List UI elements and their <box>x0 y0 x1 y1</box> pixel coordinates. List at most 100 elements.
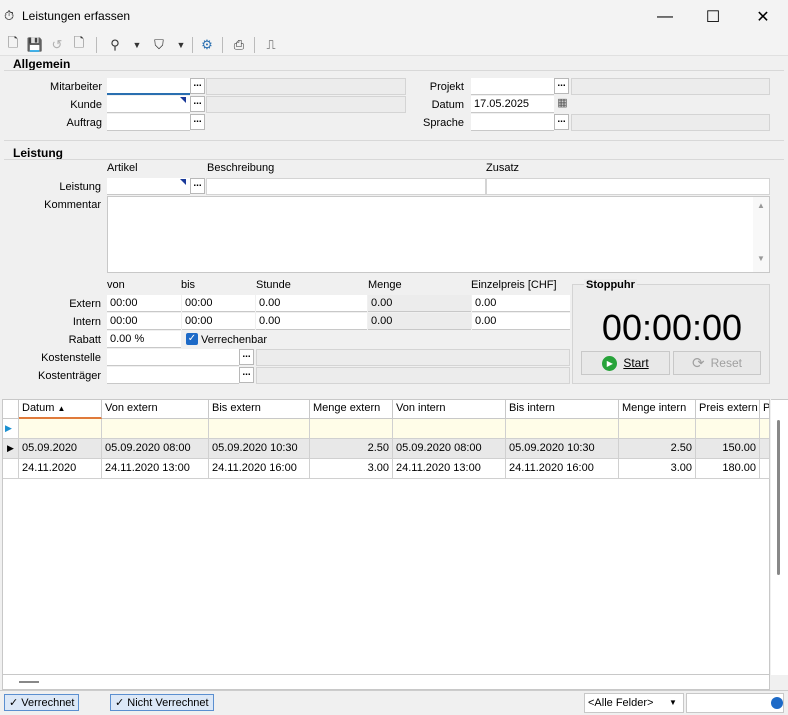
beschreibung-input[interactable] <box>206 178 486 195</box>
table-cell[interactable]: 05.09.2020 08:00 <box>393 439 506 459</box>
table-cell[interactable]: 24.11.2020 13:00 <box>393 459 506 479</box>
extern-preis-input[interactable]: 0.00 <box>472 295 570 312</box>
datum-input[interactable]: 17.05.2025 <box>471 96 554 113</box>
minimize-button[interactable]: — <box>642 0 688 34</box>
window-title: Leistungen erfassen <box>22 9 131 23</box>
zusatz-header: Zusatz <box>486 162 520 174</box>
table-cell[interactable]: 2.50 <box>619 439 696 459</box>
artikel-input[interactable] <box>107 178 190 195</box>
table-cell[interactable]: 24.11.2020 16:00 <box>506 459 619 479</box>
kommentar-textarea[interactable] <box>107 196 770 273</box>
new-row-cell[interactable] <box>760 419 770 439</box>
new-row-cell[interactable] <box>393 419 506 439</box>
table-cell[interactable]: 24.11.2020 16:00 <box>209 459 310 479</box>
kommentar-scrollbar[interactable]: ▲ ▼ <box>753 197 769 272</box>
column-header-bis-extern[interactable]: Bis extern <box>209 400 310 419</box>
kostenstelle-input[interactable] <box>107 349 239 366</box>
verrechenbar-checkbox[interactable]: ✓ <box>186 333 198 345</box>
kostenstelle-label: Kostenstelle <box>41 352 101 364</box>
mitarbeiter-lookup-button[interactable]: ... <box>190 78 205 94</box>
verrechnet-filter-button[interactable]: ✓ Verrechnet <box>4 694 80 711</box>
nicht-verrechnet-filter-button[interactable]: ✓ Nicht Verrechnet <box>110 694 214 711</box>
intern-stunde-input[interactable]: 0.00 <box>256 313 367 330</box>
column-header-bis-intern[interactable]: Bis intern <box>506 400 619 419</box>
scrollbar-thumb[interactable] <box>777 420 780 575</box>
column-header-datum[interactable]: Datum ▲ <box>19 400 102 419</box>
settings-icon[interactable]: ⚙ <box>196 36 218 54</box>
new-row-cell[interactable] <box>619 419 696 439</box>
print-icon[interactable]: ⎙ <box>228 36 250 54</box>
undo-icon[interactable]: ↺ <box>46 36 68 54</box>
new-document-icon[interactable]: 🗋 <box>2 35 24 54</box>
column-header-von-intern[interactable]: Von intern <box>393 400 506 419</box>
table-cell[interactable]: 24.11.2020 <box>19 459 102 479</box>
delete-document-icon[interactable]: 🗋 <box>68 35 90 54</box>
new-row-cell[interactable] <box>19 419 102 439</box>
sprache-lookup-button[interactable]: ... <box>554 114 569 130</box>
auftrag-lookup-button[interactable]: ... <box>190 114 205 130</box>
leistungen-grid[interactable]: Datum ▲ Von extern Bis extern Menge exte… <box>2 399 770 675</box>
intern-bis-input[interactable]: 00:00 <box>182 313 255 330</box>
intern-von-input[interactable]: 00:00 <box>107 313 181 330</box>
table-cell[interactable] <box>760 439 770 459</box>
auftrag-input[interactable] <box>107 114 190 131</box>
column-header-preis-extern[interactable]: Preis extern <box>696 400 760 419</box>
grid-scrollbar[interactable] <box>771 399 788 675</box>
artikel-lookup-button[interactable]: ... <box>190 178 205 194</box>
start-button[interactable]: ▶ Start <box>581 351 670 375</box>
new-row-cell[interactable] <box>102 419 209 439</box>
new-row-indicator-icon: ▶ <box>3 419 19 439</box>
extern-bis-input[interactable]: 00:00 <box>182 295 255 312</box>
table-cell[interactable]: 05.09.2020 10:30 <box>506 439 619 459</box>
close-button[interactable]: ✕ <box>740 0 786 34</box>
projekt-lookup-button[interactable]: ... <box>554 78 569 94</box>
table-cell[interactable]: 05.09.2020 <box>19 439 102 459</box>
new-row-cell[interactable] <box>506 419 619 439</box>
kostentraeger-lookup-button[interactable]: ... <box>239 367 254 383</box>
zusatz-input[interactable] <box>486 178 770 195</box>
row-indicator <box>3 459 19 479</box>
save-icon[interactable]: 💾 <box>24 36 46 54</box>
kunde-lookup-button[interactable]: ... <box>190 96 205 112</box>
filter-dropdown-icon[interactable]: ▼ <box>170 36 192 54</box>
table-cell[interactable]: 05.09.2020 08:00 <box>102 439 209 459</box>
kunde-input[interactable] <box>107 96 190 113</box>
search-icon[interactable] <box>771 697 783 709</box>
extern-von-input[interactable]: 00:00 <box>107 295 181 312</box>
table-cell[interactable]: 3.00 <box>619 459 696 479</box>
extern-stunde-input[interactable]: 0.00 <box>256 295 367 312</box>
column-header-von-extern[interactable]: Von extern <box>102 400 209 419</box>
new-row-cell[interactable] <box>310 419 393 439</box>
table-cell[interactable]: 05.09.2020 10:30 <box>209 439 310 459</box>
rabatt-input[interactable]: 0.00 % <box>107 331 181 348</box>
table-cell[interactable]: 24.11.2020 13:00 <box>102 459 209 479</box>
maximize-button[interactable]: ☐ <box>690 0 736 34</box>
kostentraeger-name-display <box>256 367 570 384</box>
new-row-cell[interactable] <box>696 419 760 439</box>
grid-horizontal-scrollbar[interactable] <box>2 675 770 690</box>
pin-dropdown-icon[interactable]: ▼ <box>126 36 148 54</box>
field-select-dropdown[interactable]: <Alle Felder> ▼ <box>584 693 684 713</box>
table-cell[interactable]: 150.00 <box>696 439 760 459</box>
intern-preis-input[interactable]: 0.00 <box>472 313 570 330</box>
table-cell[interactable]: 180.00 <box>696 459 760 479</box>
column-header-menge-extern[interactable]: Menge extern <box>310 400 393 419</box>
mitarbeiter-input[interactable] <box>107 78 190 95</box>
scrollbar-thumb[interactable] <box>19 681 39 683</box>
search-input[interactable] <box>686 693 784 713</box>
table-cell[interactable]: 2.50 <box>310 439 393 459</box>
kostenstelle-lookup-button[interactable]: ... <box>239 349 254 365</box>
reset-button[interactable]: ⟳ Reset <box>673 351 761 375</box>
new-row-cell[interactable] <box>209 419 310 439</box>
sprache-input[interactable] <box>471 114 554 131</box>
table-cell[interactable]: 3.00 <box>310 459 393 479</box>
exit-icon[interactable]: ⎍ <box>260 36 282 54</box>
filter-icon[interactable]: ⛉ <box>148 36 170 54</box>
table-cell[interactable] <box>760 459 770 479</box>
calendar-icon[interactable]: ▦ <box>555 96 570 112</box>
column-header-menge-intern[interactable]: Menge intern <box>619 400 696 419</box>
pin-icon[interactable]: ⚲ <box>104 36 126 54</box>
projekt-input[interactable] <box>471 78 554 95</box>
kostentraeger-input[interactable] <box>107 367 239 384</box>
column-header-p[interactable]: P <box>760 400 770 419</box>
